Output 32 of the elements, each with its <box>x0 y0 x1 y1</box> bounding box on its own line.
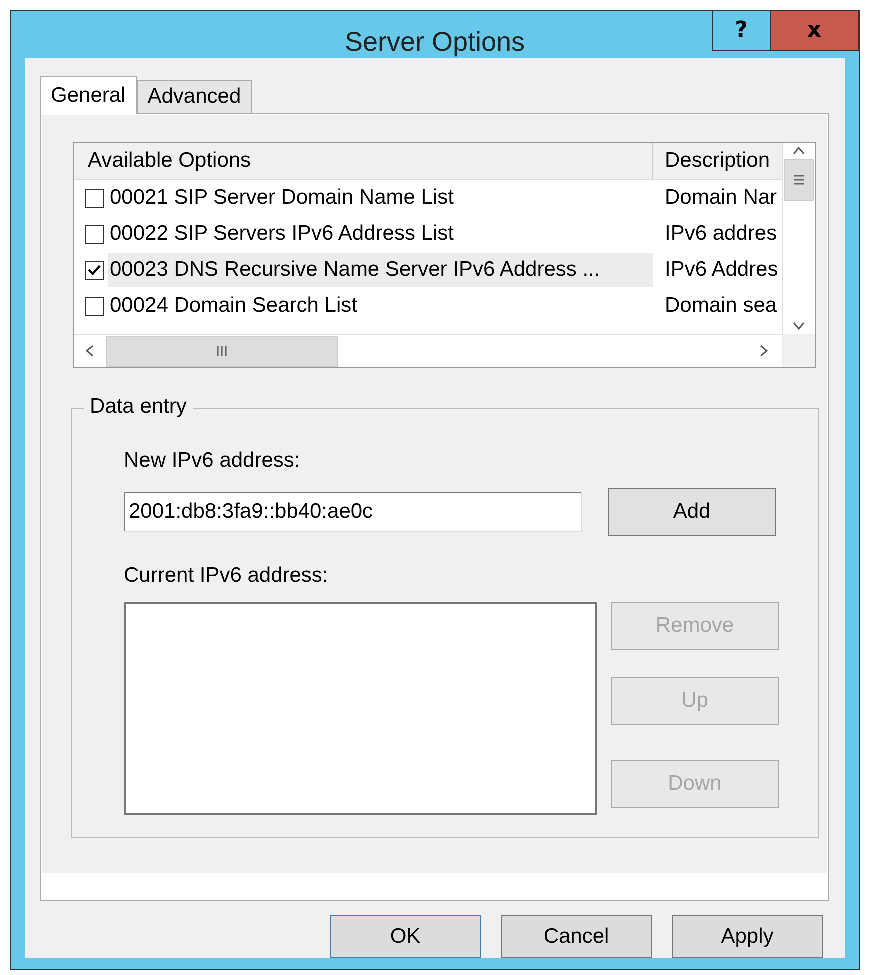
close-button[interactable]: x <box>770 11 859 51</box>
checkbox[interactable] <box>85 260 104 280</box>
checkbox[interactable] <box>85 296 104 316</box>
column-header[interactable]: Available Options <box>74 143 653 179</box>
grip-icon[interactable] <box>791 172 807 188</box>
horizontal-scrollbar[interactable] <box>74 334 782 367</box>
option-description: IPv6 Addres <box>664 258 778 282</box>
tab[interactable]: Advanced <box>136 80 252 113</box>
dialog-button[interactable]: Apply <box>672 915 823 958</box>
option-name[interactable]: 00022 SIP Servers IPv6 Address List <box>108 217 653 251</box>
scrollbar-corner <box>782 334 815 367</box>
dialog-button[interactable]: Cancel <box>501 915 652 958</box>
address-field[interactable]: 2001:db8:3fa9::bb40:ae0c <box>124 492 582 532</box>
tab[interactable]: General <box>40 76 137 114</box>
checkbox[interactable] <box>85 224 104 244</box>
dialog-button[interactable]: OK <box>330 915 481 958</box>
option-description: IPv6 addres <box>664 222 778 246</box>
address-list[interactable] <box>124 602 597 815</box>
vertical-scrollbar[interactable] <box>782 143 815 334</box>
checkbox[interactable] <box>85 188 104 208</box>
option-description: Domain Nar <box>664 186 778 210</box>
add-button[interactable]: Add <box>608 488 776 536</box>
help-button[interactable]: ? <box>712 11 770 51</box>
field-label: New IPv6 address: <box>124 449 300 472</box>
option-name[interactable]: 00024 Domain Search List <box>108 289 653 323</box>
window-title: Server Options <box>344 27 526 57</box>
option-name[interactable]: 00023 DNS Recursive Name Server IPv6 Address ... <box>108 253 653 287</box>
option-description: Domain sea <box>664 294 778 318</box>
grip-icon[interactable] <box>214 343 230 359</box>
field-label: Current IPv6 address: <box>124 564 328 587</box>
option-name[interactable]: 00021 SIP Server Domain Name List <box>108 181 653 215</box>
column-header[interactable]: Description <box>653 143 782 179</box>
